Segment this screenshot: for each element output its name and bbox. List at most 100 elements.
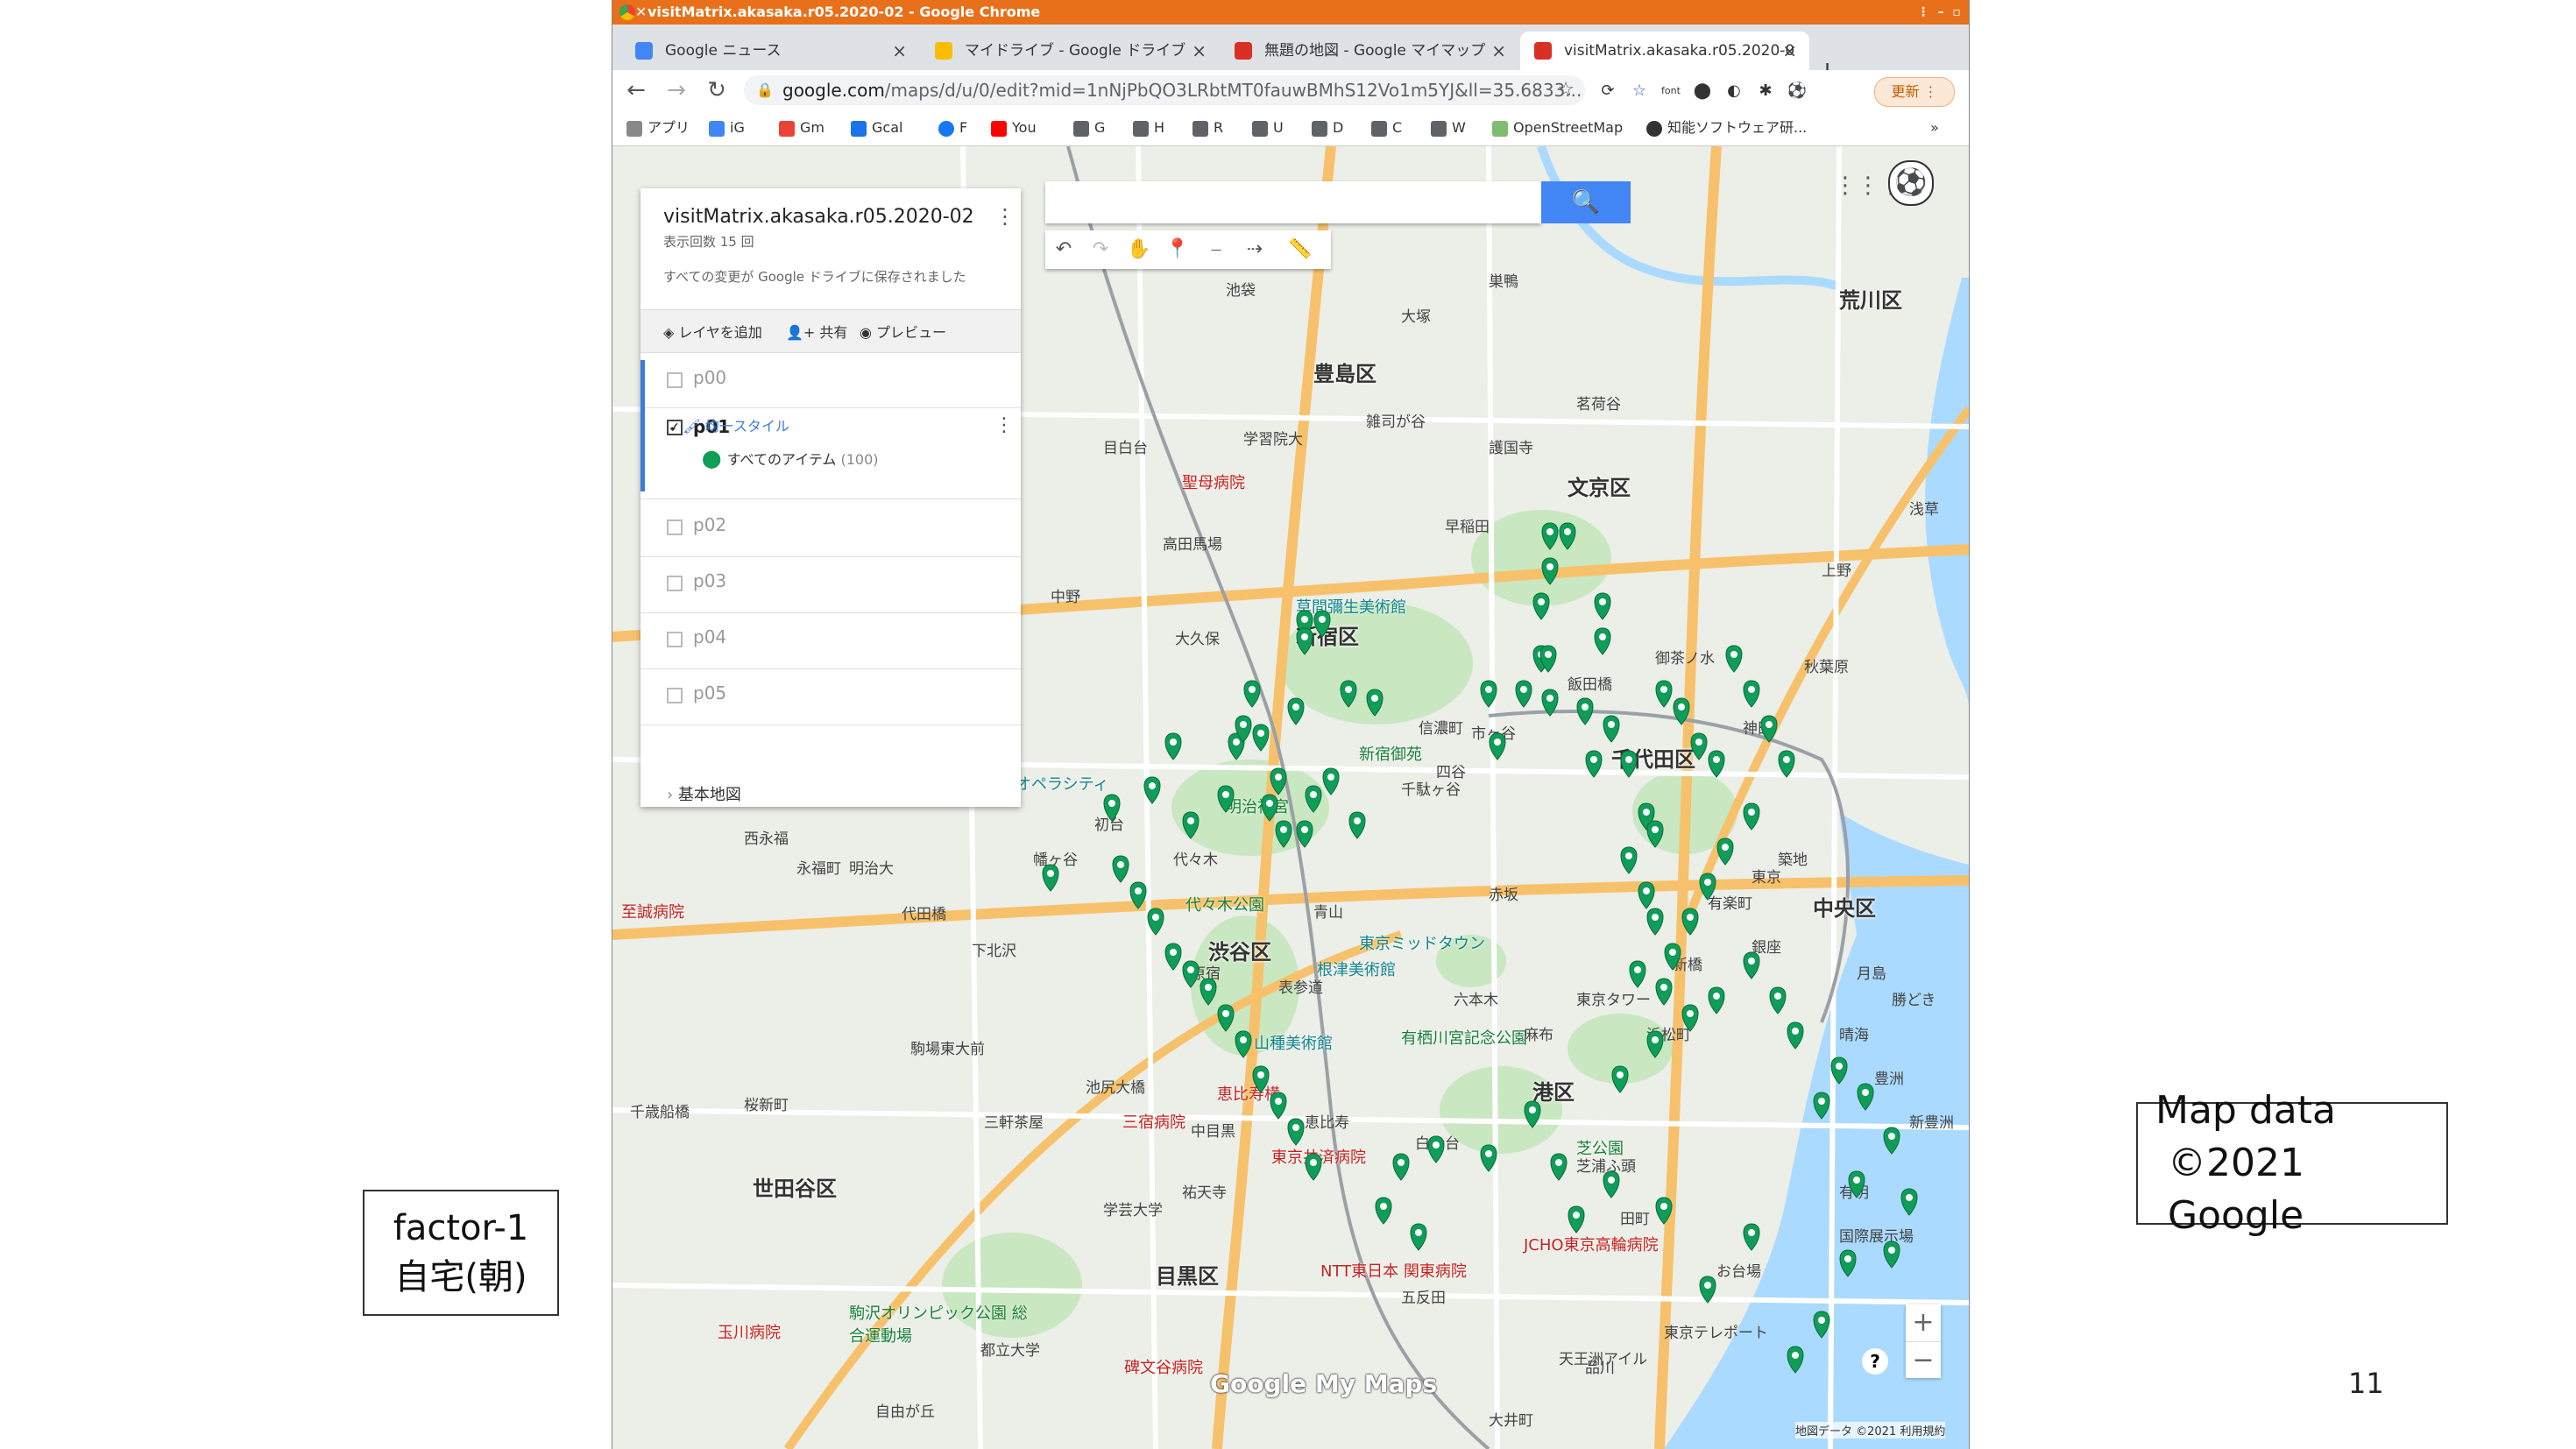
layer-checkbox[interactable]: [667, 688, 683, 703]
hand-pan-icon[interactable]: ✋: [1124, 236, 1154, 264]
map-marker[interactable]: [1638, 881, 1655, 909]
tab-untitled-mymap[interactable]: 無題の地図 - Google マイマップ ×: [1221, 32, 1518, 70]
map-marker[interactable]: [1348, 811, 1366, 839]
map-marker[interactable]: [1235, 1030, 1252, 1058]
map-marker[interactable]: [1243, 680, 1261, 708]
map-marker[interactable]: [1375, 1197, 1392, 1225]
map-marker[interactable]: [1655, 978, 1673, 1006]
search-button[interactable]: 🔍: [1541, 181, 1631, 223]
map-marker[interactable]: [1287, 697, 1305, 725]
bookmark-folder-u[interactable]: U: [1252, 117, 1284, 138]
map-marker[interactable]: [1541, 557, 1559, 585]
map-marker[interactable]: [1681, 908, 1699, 936]
basemap-row[interactable]: › 基本地図: [667, 782, 741, 805]
window-maximize-icon[interactable]: ▫: [1948, 4, 1965, 21]
tab-close-icon[interactable]: ×: [1491, 32, 1506, 70]
layer-row-p00[interactable]: p00: [640, 353, 1021, 408]
bookmark-folder-r[interactable]: R: [1192, 117, 1223, 138]
bookmark-gcal[interactable]: Gcal: [851, 117, 902, 138]
map-marker[interactable]: [1611, 1065, 1629, 1093]
layer-options-icon[interactable]: ⋮: [994, 414, 1014, 436]
map-marker[interactable]: [1813, 1092, 1830, 1120]
map-marker[interactable]: [1830, 1057, 1848, 1085]
bookmark-folder-g[interactable]: G: [1073, 117, 1105, 138]
map-marker[interactable]: [1480, 1144, 1497, 1172]
tab-visitmatrix[interactable]: visitMatrix.akasaka.r05.2020-0 ×: [1520, 32, 1809, 70]
tab-close-icon[interactable]: ×: [1192, 32, 1207, 70]
map-marker[interactable]: [1576, 697, 1594, 725]
map-marker[interactable]: [1655, 680, 1673, 708]
map-marker[interactable]: [1620, 846, 1638, 874]
bookmark-folder-w[interactable]: W: [1431, 117, 1466, 138]
map-marker[interactable]: [1524, 1100, 1541, 1128]
map-marker[interactable]: [1164, 732, 1182, 760]
layer-checkbox[interactable]: [667, 632, 683, 647]
map-marker[interactable]: [1646, 820, 1664, 848]
map-marker[interactable]: [1559, 522, 1576, 550]
map-marker[interactable]: [1585, 750, 1603, 778]
window-menu-icon[interactable]: ⋮: [1914, 4, 1932, 21]
map-search-input[interactable]: 🔍: [1045, 181, 1631, 223]
address-bar[interactable]: 🔒 google.com/maps/d/u/0/edit?mid=1nNjPbQ…: [744, 75, 1585, 105]
map-marker[interactable]: [1305, 785, 1322, 813]
map-marker[interactable]: [1532, 592, 1550, 620]
map-marker[interactable]: [1716, 838, 1734, 866]
bookmark-ig[interactable]: iG: [709, 117, 745, 138]
bookmark-folder-c[interactable]: C: [1371, 117, 1402, 138]
map-marker[interactable]: [1366, 689, 1384, 717]
map-marker[interactable]: [1681, 1004, 1699, 1032]
map-marker[interactable]: [1568, 1205, 1585, 1233]
account-avatar[interactable]: ⚽: [1888, 160, 1934, 206]
map-marker[interactable]: [1690, 732, 1708, 760]
map-marker[interactable]: [1629, 960, 1646, 988]
bookmark-gm[interactable]: Gm: [779, 117, 824, 138]
map-marker[interactable]: [1743, 680, 1760, 708]
map-marker[interactable]: [1813, 1311, 1830, 1339]
tab-close-icon[interactable]: ×: [1782, 32, 1797, 70]
map-marker[interactable]: [1313, 610, 1331, 638]
map-marker[interactable]: [1673, 697, 1690, 725]
layer-row-p02[interactable]: p02: [640, 500, 1021, 557]
extension-star-icon[interactable]: ☆: [1629, 81, 1650, 102]
layer-row-p04[interactable]: p04: [640, 612, 1021, 669]
map-marker[interactable]: [1322, 767, 1340, 795]
profile-avatar-icon[interactable]: ⚽: [1787, 81, 1808, 102]
bookmark-folder-h[interactable]: H: [1133, 117, 1164, 138]
extension-translate-icon[interactable]: ⟳: [1597, 81, 1618, 102]
bookmark-openstreetmap[interactable]: OpenStreetMap: [1492, 117, 1623, 138]
extensions-puzzle-icon[interactable]: ✱: [1755, 81, 1776, 102]
help-button[interactable]: ?: [1862, 1348, 1888, 1375]
ruler-icon[interactable]: 📏: [1285, 236, 1315, 264]
layer-row-p05[interactable]: p05: [640, 668, 1021, 725]
bookmark-f[interactable]: F: [938, 117, 967, 138]
map-marker[interactable]: [1261, 794, 1278, 822]
bookmark-apps[interactable]: アプリ: [626, 117, 690, 138]
map-marker[interactable]: [1743, 951, 1760, 979]
zoom-out-button[interactable]: −: [1906, 1341, 1941, 1379]
map-marker[interactable]: [1112, 855, 1129, 883]
map-marker[interactable]: [1143, 776, 1161, 804]
extension-sync-icon[interactable]: ◐: [1723, 81, 1744, 102]
map-marker[interactable]: [1787, 1021, 1804, 1050]
map-attribution[interactable]: 地図データ ©2021 利用規約: [1795, 1422, 1946, 1438]
map-marker[interactable]: [1848, 1170, 1865, 1198]
redo-icon[interactable]: ↷: [1086, 236, 1115, 264]
map-marker[interactable]: [1664, 943, 1681, 971]
map-marker[interactable]: [1778, 750, 1795, 778]
map-marker[interactable]: [1296, 820, 1313, 848]
map-marker[interactable]: [1164, 943, 1182, 971]
map-marker[interactable]: [1287, 1118, 1305, 1146]
map-marker[interactable]: [1550, 1153, 1568, 1181]
map-marker[interactable]: [1541, 689, 1559, 717]
add-marker-icon[interactable]: 📍: [1163, 236, 1192, 264]
map-marker[interactable]: [1410, 1223, 1427, 1251]
tab-google-news[interactable]: Google ニュース ×: [621, 32, 919, 70]
map-marker[interactable]: [1200, 978, 1217, 1006]
map-canvas[interactable]: 豊島区 文京区 荒川区 新宿区 千代田区 中央区 渋谷区 港区 目黒区 世田谷区…: [612, 146, 1969, 1449]
directions-icon[interactable]: ⇢: [1240, 236, 1270, 264]
map-marker[interactable]: [1725, 645, 1743, 673]
tab-google-drive[interactable]: マイドライブ - Google ドライブ ×: [921, 32, 1219, 70]
draw-line-icon[interactable]: ⎯: [1201, 236, 1231, 264]
map-marker[interactable]: [1217, 785, 1235, 813]
map-marker[interactable]: [1699, 1276, 1716, 1304]
